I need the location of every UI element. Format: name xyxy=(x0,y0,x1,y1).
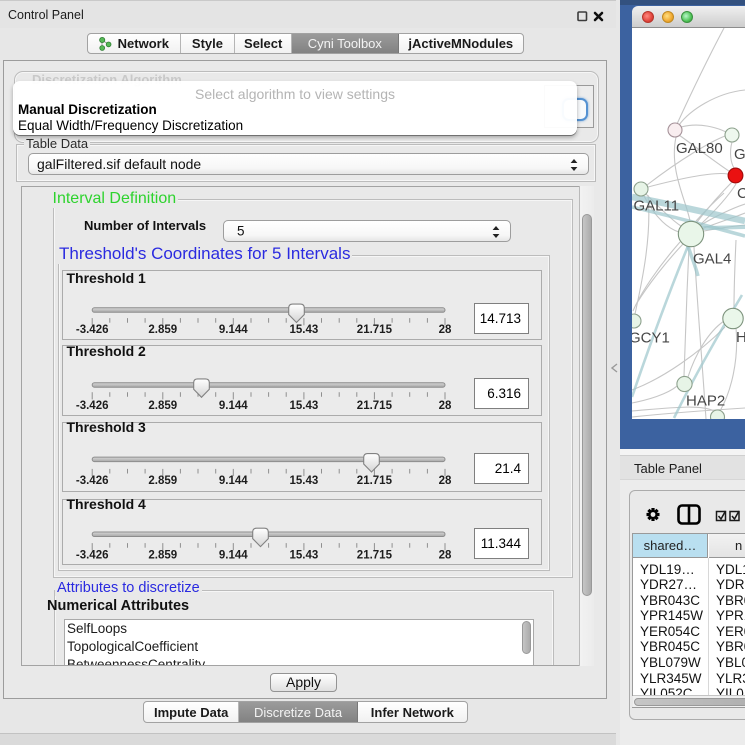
svg-text:15.43: 15.43 xyxy=(290,400,319,412)
svg-text:2.859: 2.859 xyxy=(148,323,177,335)
svg-text:G.: G. xyxy=(734,146,745,163)
svg-text:9.144: 9.144 xyxy=(219,475,248,487)
svg-text:2.859: 2.859 xyxy=(148,550,177,562)
svg-text:28: 28 xyxy=(439,323,452,335)
svg-text:21.715: 21.715 xyxy=(357,550,393,562)
svg-text:H: H xyxy=(736,329,745,346)
svg-text:2.859: 2.859 xyxy=(148,400,177,412)
svg-text:21.715: 21.715 xyxy=(357,475,393,487)
svg-text:9.144: 9.144 xyxy=(219,400,248,412)
svg-text:-3.426: -3.426 xyxy=(76,323,109,335)
svg-text:15.43: 15.43 xyxy=(290,550,319,562)
svg-text:GAL80: GAL80 xyxy=(676,140,723,157)
svg-text:-3.426: -3.426 xyxy=(76,400,109,412)
svg-text:GCY1: GCY1 xyxy=(632,330,670,347)
svg-text:GAL4: GAL4 xyxy=(693,251,731,268)
svg-text:2.859: 2.859 xyxy=(148,475,177,487)
svg-text:28: 28 xyxy=(439,475,452,487)
svg-text:GAL11: GAL11 xyxy=(634,198,680,215)
svg-text:-3.426: -3.426 xyxy=(76,550,109,562)
svg-text:9.144: 9.144 xyxy=(219,550,248,562)
svg-text:C: C xyxy=(737,185,745,202)
svg-text:21.715: 21.715 xyxy=(357,400,393,412)
svg-text:-3.426: -3.426 xyxy=(76,475,109,487)
svg-text:28: 28 xyxy=(439,550,452,562)
svg-text:21.715: 21.715 xyxy=(357,323,393,335)
svg-text:HAP2: HAP2 xyxy=(686,393,725,410)
svg-text:9.144: 9.144 xyxy=(219,323,248,335)
svg-text:28: 28 xyxy=(439,400,452,412)
svg-text:15.43: 15.43 xyxy=(290,323,319,335)
svg-text:15.43: 15.43 xyxy=(290,475,319,487)
